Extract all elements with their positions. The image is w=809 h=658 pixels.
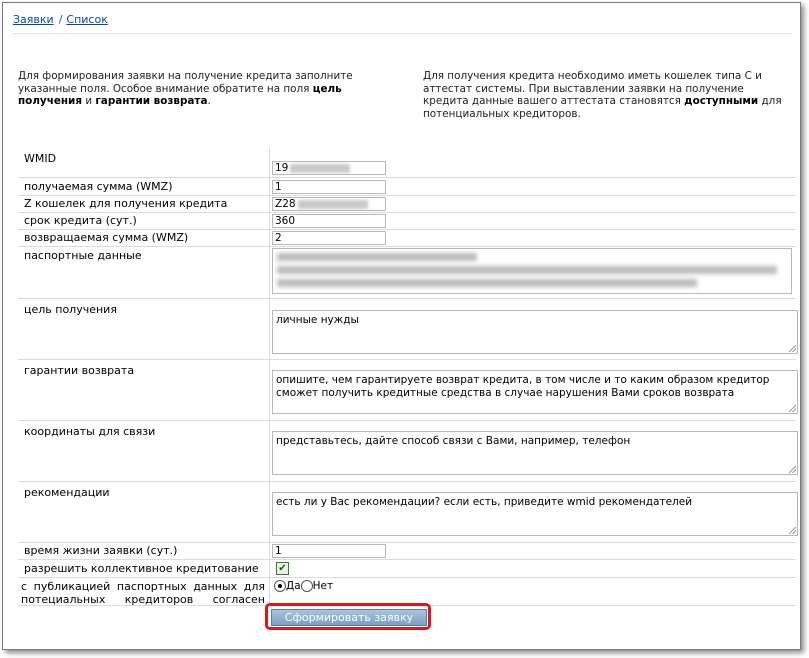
- column-divider: [269, 196, 270, 212]
- collective-checkbox[interactable]: ✔: [276, 562, 289, 575]
- passport-redacted-line: [277, 253, 477, 261]
- wmid-input[interactable]: 19: [272, 161, 386, 175]
- window-frame: Заявки / Список Для формирования заявки на…: [2, 2, 801, 650]
- recommendations-textarea[interactable]: есть ли у Вас рекомендации? если есть, п…: [272, 492, 798, 536]
- resize-grip-icon[interactable]: [789, 527, 796, 534]
- passport-data-field[interactable]: [272, 248, 792, 294]
- row-return-amount: возвращаемая сумма (WMZ) 2: [18, 230, 796, 247]
- passport-redacted-line: [277, 279, 697, 287]
- publish-label: с публикацией паспортных данных для поте…: [21, 580, 265, 606]
- intro-left-text: Для формирования заявки на получение кре…: [18, 70, 373, 108]
- intro-left-part1: Для формирования заявки на получение кре…: [18, 70, 353, 95]
- term-input[interactable]: 360: [272, 214, 386, 228]
- row-lifetime: время жизни заявки (сут.) 1: [18, 543, 796, 560]
- amount-input[interactable]: 1: [272, 180, 386, 194]
- column-divider: [269, 178, 270, 195]
- column-divider: [269, 578, 270, 605]
- purse-redacted: [297, 199, 368, 209]
- checkmark-icon: ✔: [278, 563, 287, 574]
- passport-label: паспортные данные: [24, 249, 142, 262]
- contacts-label: координаты для связи: [24, 425, 156, 438]
- return-amount-input[interactable]: 2: [272, 231, 386, 245]
- wmid-label: WMID: [24, 152, 57, 165]
- column-divider: [269, 421, 270, 481]
- breadcrumb-separator: /: [58, 13, 63, 26]
- row-term: срок кредита (сут.) 360: [18, 213, 796, 230]
- column-divider: [269, 482, 270, 542]
- row-recommendations: рекомендации есть ли у Вас рекомендации?…: [18, 482, 798, 543]
- guarantees-value: опишите, чем гарантируете возврат кредит…: [276, 374, 770, 399]
- column-divider: [269, 247, 270, 298]
- header-divider: [13, 33, 792, 34]
- column-divider: [269, 148, 270, 177]
- submit-button[interactable]: Сформировать заявку: [271, 609, 427, 626]
- intro-left-part3: .: [207, 95, 211, 107]
- purse-input[interactable]: Z28: [272, 197, 386, 211]
- amount-label: получаемая сумма (WMZ): [24, 180, 173, 193]
- recommendations-label: рекомендации: [24, 486, 110, 499]
- term-label: срок кредита (сут.): [24, 214, 137, 227]
- row-guarantees: гарантии возврата опишите, чем гарантиру…: [18, 360, 798, 421]
- purpose-label: цель получения: [24, 303, 117, 316]
- contacts-textarea[interactable]: представьтесь, дайте способ связи с Вами…: [272, 431, 798, 475]
- publish-radio-group: Да Нет: [274, 580, 333, 592]
- row-wmid: WMID 19: [18, 148, 796, 178]
- publish-no-radio[interactable]: [300, 580, 313, 592]
- purpose-textarea[interactable]: личные нужды: [272, 310, 798, 354]
- row-passport: паспортные данные: [18, 247, 796, 299]
- guarantees-label: гарантии возврата: [24, 364, 135, 377]
- row-purse: Z кошелек для получения кредита Z28: [18, 196, 796, 213]
- column-divider: [269, 560, 270, 577]
- collective-label: разрешить коллективное кредитование: [24, 562, 259, 575]
- row-amount: получаемая сумма (WMZ) 1: [18, 178, 796, 196]
- intro-right-bold-available: доступными: [684, 95, 759, 107]
- resize-grip-icon[interactable]: [789, 405, 796, 412]
- row-purpose: цель получения личные нужды: [18, 299, 798, 360]
- return-amount-label: возвращаемая сумма (WMZ): [24, 231, 189, 244]
- breadcrumb: Заявки / Список: [13, 13, 108, 26]
- publish-no-label: Нет: [312, 580, 334, 592]
- recommendations-value: есть ли у Вас рекомендации? если есть, п…: [276, 496, 693, 508]
- contacts-value: представьтесь, дайте способ связи с Вами…: [276, 435, 631, 447]
- intro-left-bold-guarantees: гарантии возврата: [95, 95, 208, 107]
- row-collective: разрешить коллективное кредитование ✔: [18, 560, 796, 578]
- intro-right-text: Для получения кредита необходимо иметь к…: [423, 70, 783, 120]
- passport-redacted-line: [277, 266, 777, 274]
- row-contacts: координаты для связи представьтесь, дайт…: [18, 421, 798, 482]
- resize-grip-icon[interactable]: [789, 466, 796, 473]
- purse-label: Z кошелек для получения кредита: [24, 197, 228, 210]
- lifetime-label: время жизни заявки (сут.): [24, 544, 178, 557]
- guarantees-textarea[interactable]: опишите, чем гарантируете возврат кредит…: [272, 370, 798, 414]
- column-divider: [269, 230, 270, 246]
- resize-grip-icon[interactable]: [789, 345, 796, 352]
- column-divider: [269, 299, 270, 359]
- lifetime-input[interactable]: 1: [272, 544, 386, 558]
- publish-yes-label: Да: [286, 580, 301, 592]
- column-divider: [269, 213, 270, 229]
- column-divider: [269, 360, 270, 420]
- column-divider: [269, 543, 270, 559]
- intro-left-part2: и: [82, 95, 96, 107]
- submit-highlight: Сформировать заявку: [265, 603, 431, 630]
- purse-value: Z28: [275, 198, 296, 210]
- wmid-redacted: [290, 163, 351, 173]
- publish-yes-radio[interactable]: [274, 580, 286, 592]
- breadcrumb-link-requests[interactable]: Заявки: [13, 13, 54, 26]
- row-publish: с публикацией паспортных данных для поте…: [18, 578, 796, 606]
- wmid-value: 19: [275, 162, 289, 174]
- purpose-value: личные нужды: [276, 314, 359, 326]
- breadcrumb-link-list[interactable]: Список: [66, 13, 107, 26]
